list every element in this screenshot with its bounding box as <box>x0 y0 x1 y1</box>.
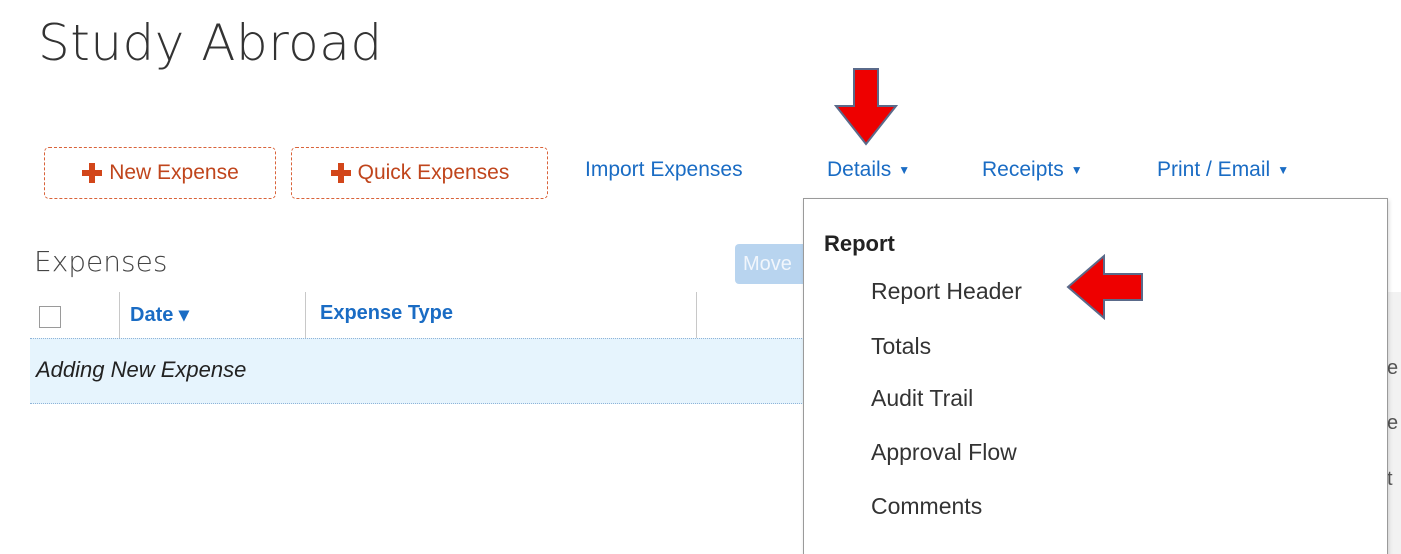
menu-item-audit-trail[interactable]: Audit Trail <box>871 385 973 412</box>
red-down-arrow-icon <box>834 68 898 146</box>
right-panel-fragment: e <box>1387 412 1399 434</box>
quick-expenses-label: Quick Expenses <box>357 161 510 184</box>
details-dropdown-menu: Report Report Header Totals Audit Trail … <box>803 198 1388 554</box>
menu-item-totals[interactable]: Totals <box>871 333 931 360</box>
plus-icon <box>330 163 351 183</box>
adding-new-expense-row[interactable]: Adding New Expense <box>30 338 820 404</box>
expense-type-column-header[interactable]: Expense Type <box>320 302 453 325</box>
column-divider <box>305 292 306 338</box>
report-title: Study Abroad <box>38 14 383 72</box>
expenses-grid-header: Date ▾ Expense Type <box>30 292 810 338</box>
menu-item-report-header[interactable]: Report Header <box>871 278 1022 305</box>
new-expense-button[interactable]: New Expense <box>44 147 276 199</box>
new-expense-label: New Expense <box>109 161 239 184</box>
column-divider <box>119 292 120 338</box>
import-expenses-link[interactable]: Import Expenses <box>585 158 743 182</box>
caret-down-icon: ▼ <box>1277 163 1290 177</box>
report-page: Study Abroad New Expense Quick Expenses … <box>0 0 1401 554</box>
print-email-menu-button[interactable]: Print / Email ▼ <box>1157 158 1289 182</box>
quick-expenses-button[interactable]: Quick Expenses <box>291 147 548 199</box>
red-left-arrow-icon <box>1066 254 1143 320</box>
column-divider <box>696 292 697 338</box>
right-panel-fragment: e <box>1387 357 1399 379</box>
receipts-menu-button[interactable]: Receipts ▼ <box>982 158 1083 182</box>
menu-section-report: Report <box>824 231 895 256</box>
expenses-heading: Expenses <box>34 245 168 278</box>
receipts-label: Receipts <box>982 158 1064 181</box>
date-column-header[interactable]: Date ▾ <box>130 302 189 327</box>
print-email-label: Print / Email <box>1157 158 1271 181</box>
caret-down-icon: ▼ <box>1070 163 1083 177</box>
adding-new-expense-label: Adding New Expense <box>36 357 247 382</box>
select-all-checkbox[interactable] <box>39 306 61 328</box>
menu-item-comments[interactable]: Comments <box>871 493 982 520</box>
details-menu-button[interactable]: Details ▼ <box>827 158 910 182</box>
plus-icon <box>82 163 103 183</box>
details-label: Details <box>827 158 892 181</box>
menu-item-approval-flow[interactable]: Approval Flow <box>871 439 1017 466</box>
caret-down-icon: ▼ <box>898 163 911 177</box>
